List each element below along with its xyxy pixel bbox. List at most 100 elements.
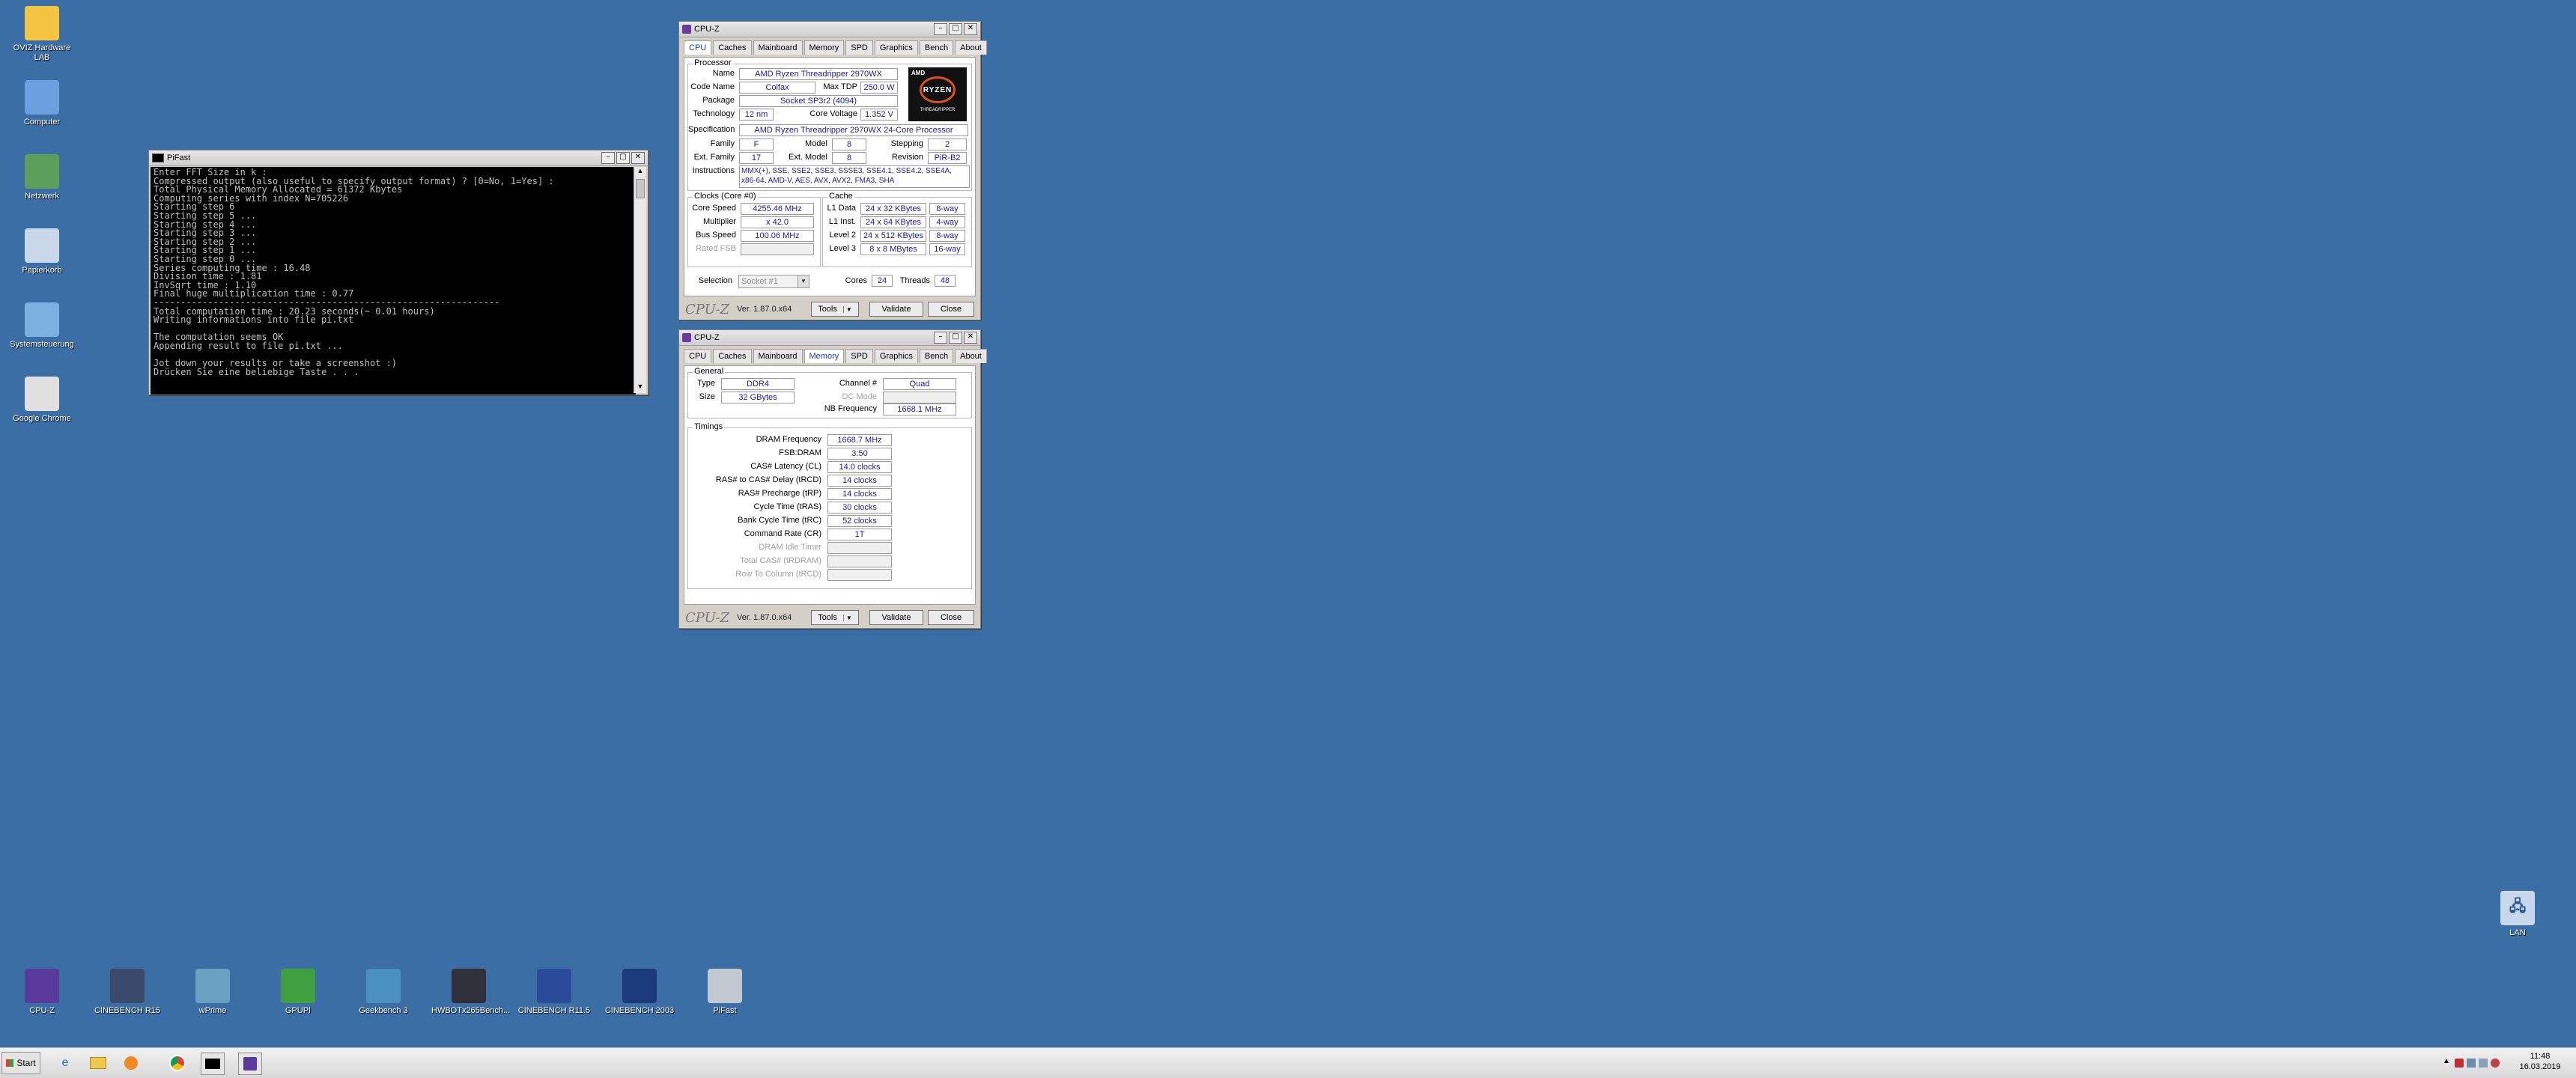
amd-logo-text: AMD: [911, 70, 926, 76]
timings-group-title: Timings: [693, 422, 725, 431]
corespeed-label: Core Speed: [692, 204, 736, 213]
tools-button[interactable]: Tools ▼: [811, 610, 859, 625]
cpuz-memory-panel: General Type DDR4 Channel # Quad Size 32…: [684, 365, 976, 605]
desktop-icon-bottom-8-desktop-icon[interactable]: PiFast: [687, 969, 762, 1016]
desktop-icon-bottom-3-label: GPUPI: [285, 1006, 312, 1015]
clock[interactable]: 11:48 16.03.2019: [2510, 1051, 2570, 1072]
taskbar-cpuz-icon[interactable]: [238, 1053, 262, 1075]
taskbar-explorer-icon[interactable]: [87, 1053, 109, 1074]
pifast-console-output[interactable]: Enter FFT Size in k : Compressed output (…: [151, 167, 636, 395]
taskbar-media-player-icon[interactable]: [120, 1053, 142, 1074]
desktop-icon-bottom-4-desktop-icon[interactable]: Geekbench 3: [346, 969, 421, 1016]
maximize-button[interactable]: □: [949, 332, 962, 344]
desktop-icon-bottom-0-desktop-icon[interactable]: CPU-Z: [4, 969, 79, 1016]
validate-button[interactable]: Validate: [869, 610, 923, 625]
close-button[interactable]: ✕: [964, 23, 977, 35]
tab-cpu[interactable]: CPU: [684, 349, 712, 363]
chevron-down-icon[interactable]: ▼: [842, 614, 852, 621]
nbfreq-label: NB Frequency: [824, 404, 877, 413]
tab-memory[interactable]: Memory: [804, 40, 845, 55]
tab-about[interactable]: About: [955, 349, 987, 363]
pifast-window[interactable]: PiFast – □ ✕ Enter FFT Size in k : Compre…: [148, 150, 648, 395]
desktop-icon-bottom-1-desktop-icon[interactable]: CINEBENCH R15: [90, 969, 165, 1016]
validate-label: Validate: [881, 305, 911, 314]
desktop-icon-left-5-desktop-icon[interactable]: Google Chrome: [4, 377, 79, 424]
minimize-button[interactable]: –: [934, 23, 947, 35]
taskbar-console-icon[interactable]: [201, 1053, 225, 1075]
timing-value: 3:50: [827, 448, 892, 460]
console-scrollbar[interactable]: ▲ ▼: [634, 167, 646, 393]
chevron-down-icon[interactable]: ▼: [842, 305, 852, 313]
cores-value: 24: [872, 275, 893, 287]
chrome-icon: [169, 1055, 186, 1071]
cpuz-memory-titlebar[interactable]: CPU-Z – □ ✕: [679, 330, 980, 346]
pifast-titlebar[interactable]: PiFast – □ ✕: [149, 150, 648, 166]
taskbar-chrome-icon[interactable]: [166, 1053, 189, 1074]
taskbar-ie-icon[interactable]: e: [54, 1053, 76, 1074]
volume-icon[interactable]: [2479, 1059, 2488, 1068]
scroll-down-arrow-icon[interactable]: ▼: [634, 383, 646, 393]
maximize-button[interactable]: □: [616, 152, 630, 164]
tab-cpu[interactable]: CPU: [684, 40, 712, 55]
tab-mainboard[interactable]: Mainboard: [753, 40, 803, 55]
tab-graphics[interactable]: Graphics: [874, 349, 918, 363]
timing-value: 1T: [827, 529, 892, 540]
type-value: DDR4: [721, 378, 795, 390]
tab-caches[interactable]: Caches: [713, 349, 752, 363]
validate-button[interactable]: Validate: [869, 302, 923, 317]
desktop-icon-bottom-2-desktop-icon[interactable]: wPrime: [175, 969, 250, 1016]
media-player-icon: [124, 1056, 138, 1070]
desktop-icon-left-3-desktop-icon[interactable]: Papierkorb: [4, 228, 79, 275]
instructions-label: Instructions: [692, 166, 735, 175]
cpuz-memory-window[interactable]: CPU-Z – □ ✕ CPU Caches Mainboard Memory SPD G…: [678, 329, 987, 629]
chevron-down-icon[interactable]: ▼: [798, 275, 809, 287]
tab-memory[interactable]: Memory: [804, 349, 845, 363]
pifast-icon: [708, 969, 742, 1003]
tab-spd[interactable]: SPD: [845, 349, 873, 363]
start-button[interactable]: Start: [1, 1052, 40, 1074]
tools-button[interactable]: Tools ▼: [811, 302, 859, 317]
tab-graphics[interactable]: Graphics: [874, 40, 918, 55]
cpuz-cpu-bottombar: CPU-Z Ver. 1.87.0.x64 Tools ▼ Validate C…: [679, 299, 980, 320]
close-dialog-button[interactable]: Close: [928, 610, 974, 625]
desktop-icon-left-0-desktop-icon[interactable]: OVIZ Hardware LAB: [4, 6, 79, 63]
tray-expand-icon[interactable]: ▲: [2443, 1057, 2450, 1065]
threads-label: Threads: [899, 276, 930, 285]
minimize-button[interactable]: –: [934, 332, 947, 344]
lan-desktop-icon[interactable]: 🖧 LAN: [2480, 891, 2555, 938]
desktop-icon-left-4-desktop-icon[interactable]: Systemsteuerung: [4, 302, 79, 350]
desktop-icon-bottom-3-desktop-icon[interactable]: GPUPI: [261, 969, 335, 1016]
close-button[interactable]: ✕: [964, 332, 977, 344]
action-center-icon[interactable]: [2455, 1059, 2464, 1068]
desktop-icon-bottom-6-desktop-icon[interactable]: CINEBENCH R11.5: [517, 969, 592, 1016]
tab-bench[interactable]: Bench: [919, 40, 954, 55]
desktop-icon-bottom-7-desktop-icon[interactable]: CINEBENCH 2003: [602, 969, 677, 1016]
wprime-icon: [195, 969, 230, 1003]
tab-about[interactable]: About: [955, 40, 987, 55]
cpuz-cpu-titlebar[interactable]: CPU-Z – □ ✕: [679, 22, 980, 37]
close-dialog-button[interactable]: Close: [928, 302, 974, 317]
desktop-icon-left-3-label: Papierkorb: [22, 266, 62, 275]
corespeed-value: 4255.46 MHz: [741, 203, 814, 215]
desktop-icon-left-2-desktop-icon[interactable]: Netzwerk: [4, 154, 79, 201]
tab-bench[interactable]: Bench: [919, 349, 954, 363]
extmodel-label: Ext. Model: [789, 153, 827, 162]
close-button[interactable]: ✕: [631, 152, 645, 164]
scroll-thumb[interactable]: [636, 179, 645, 198]
scroll-up-arrow-icon[interactable]: ▲: [634, 167, 646, 177]
tools-label: Tools: [818, 305, 837, 314]
tab-caches[interactable]: Caches: [713, 40, 752, 55]
security-icon[interactable]: [2491, 1059, 2500, 1068]
selection-dropdown[interactable]: Socket #1 ▼: [738, 275, 809, 288]
maximize-button[interactable]: □: [949, 23, 962, 35]
desktop-icon-left-1-desktop-icon[interactable]: Computer: [4, 80, 79, 127]
network-tray-icon[interactable]: [2467, 1059, 2476, 1068]
desktop-icon-bottom-5-desktop-icon[interactable]: HWBOTx265Bench...: [431, 969, 510, 1016]
taskbar: Start e ▲ 11:48 16.03.2019: [0, 1047, 2576, 1078]
tab-spd[interactable]: SPD: [845, 40, 873, 55]
tab-mainboard[interactable]: Mainboard: [753, 349, 803, 363]
lan-icon: 🖧: [2500, 891, 2535, 925]
cpuz-cpu-window[interactable]: CPU-Z – □ ✕ CPU Caches Mainboard Memory SPD G…: [678, 21, 987, 320]
multiplier-value: x 42.0: [741, 216, 814, 228]
minimize-button[interactable]: –: [601, 152, 615, 164]
